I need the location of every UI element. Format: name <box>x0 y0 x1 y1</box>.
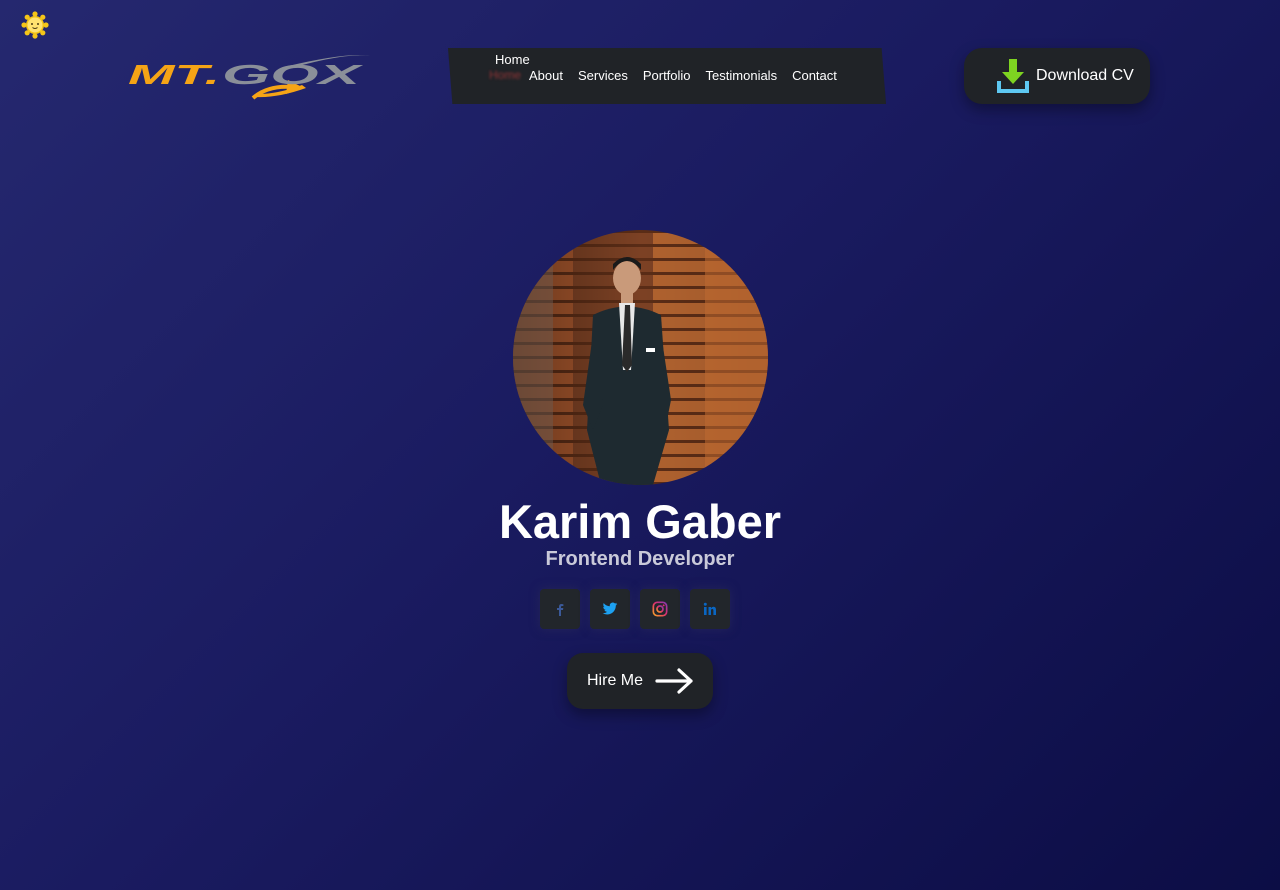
mtgox-logo: MT. GOX <box>128 55 370 100</box>
hire-me-button[interactable]: Hire Me <box>567 653 713 709</box>
profile-role: Frontend Developer <box>545 548 735 570</box>
nav-item-about[interactable]: About <box>529 68 563 83</box>
profile-photo <box>513 230 768 485</box>
facebook-icon <box>557 604 564 616</box>
download-icon <box>997 59 1029 93</box>
download-cv-button[interactable]: Download CV <box>964 48 1150 104</box>
instagram-link[interactable] <box>640 589 680 629</box>
sun-icon <box>21 11 49 39</box>
nav-item-home[interactable]: Home <box>495 52 530 67</box>
twitter-link[interactable] <box>590 589 630 629</box>
linkedin-link[interactable] <box>690 589 730 629</box>
profile-avatar <box>513 230 768 485</box>
svg-text:MT.: MT. <box>128 59 220 90</box>
nav-home-hover-shadow: Home <box>489 68 522 82</box>
nav-links: About Services Portfolio Testimonials Co… <box>529 68 837 83</box>
hire-me-label: Hire Me <box>587 672 644 689</box>
instagram-icon <box>652 601 668 617</box>
linkedin-icon <box>703 602 716 615</box>
arrow-right-icon <box>655 668 693 694</box>
facebook-link[interactable] <box>540 589 580 629</box>
nav-item-contact[interactable]: Contact <box>792 68 837 83</box>
twitter-icon <box>602 602 618 615</box>
nav-item-testimonials[interactable]: Testimonials <box>706 68 778 83</box>
main-nav: Home Home About Services Portfolio Testi… <box>448 48 886 104</box>
theme-toggle[interactable] <box>20 10 50 40</box>
profile-name: Karim Gaber <box>498 495 782 548</box>
nav-item-portfolio[interactable]: Portfolio <box>643 68 691 83</box>
svg-text:GOX: GOX <box>222 59 365 90</box>
site-logo[interactable]: MT. GOX <box>128 50 372 102</box>
download-cv-label: Download CV <box>1036 67 1134 84</box>
nav-item-services[interactable]: Services <box>578 68 628 83</box>
social-links <box>540 589 730 629</box>
